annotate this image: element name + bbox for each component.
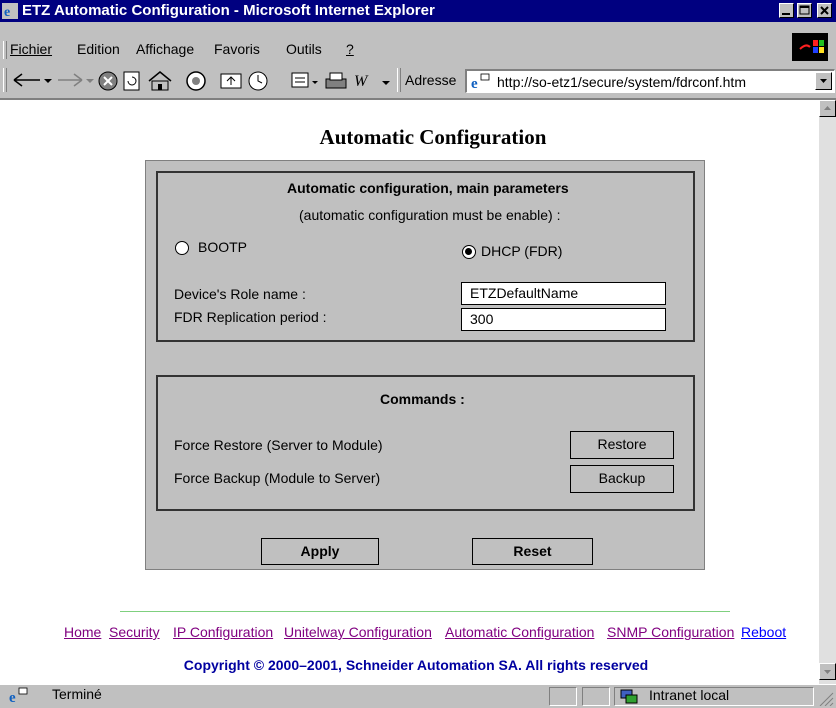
- radio-dhcp-label: DHCP (FDR): [481, 243, 563, 259]
- main-params-heading: Automatic configuration, main parameters: [287, 180, 569, 196]
- chevron-down-icon: [820, 79, 827, 83]
- nav-link-snmp-configuration[interactable]: SNMP Configuration: [607, 624, 734, 640]
- restore-button[interactable]: Restore: [570, 431, 674, 459]
- nav-link-home[interactable]: Home: [64, 624, 101, 640]
- toolbar: W Adresse e http://so-etz1/secure/system…: [0, 62, 836, 100]
- forward-icon[interactable]: [56, 70, 96, 90]
- reset-button[interactable]: Reset: [472, 538, 593, 565]
- svg-text:e: e: [4, 5, 10, 19]
- footer-divider: [120, 611, 730, 612]
- toolbar-grip: [3, 68, 7, 92]
- address-dropdown-button[interactable]: [815, 72, 832, 90]
- nav-link-unitelway-configuration[interactable]: Unitelway Configuration: [284, 624, 432, 640]
- minimize-icon: [782, 13, 790, 15]
- svg-text:e: e: [9, 690, 16, 705]
- radio-selected-dot: [465, 248, 472, 255]
- intranet-icon: [620, 689, 638, 704]
- copyright-notice: Copyright © 2000–2001, Schneider Automat…: [183, 657, 649, 673]
- svg-text:W: W: [354, 73, 369, 90]
- windows-logo-icon: [799, 40, 824, 53]
- role-name-input[interactable]: ETZDefaultName: [461, 282, 666, 305]
- menu-grip: [3, 41, 7, 59]
- vertical-scrollbar[interactable]: [819, 100, 836, 684]
- address-label: Adresse: [405, 72, 457, 88]
- backup-label: Force Backup (Module to Server): [174, 470, 381, 486]
- back-icon[interactable]: [12, 70, 56, 90]
- stop-icon[interactable]: [97, 70, 119, 92]
- nav-link-ip-configuration[interactable]: IP Configuration: [173, 624, 273, 640]
- resize-grip-icon[interactable]: [818, 691, 834, 706]
- menu-fichier[interactable]: Fichier: [10, 41, 52, 57]
- window-title: ETZ Automatic Configuration - Microsoft …: [22, 2, 435, 19]
- address-grip: [397, 68, 401, 92]
- menu-help[interactable]: ?: [346, 41, 354, 57]
- replication-period-label: FDR Replication period :: [174, 309, 327, 325]
- address-url[interactable]: http://so-etz1/secure/system/fdrconf.htm: [497, 74, 746, 90]
- title-bar: e ETZ Automatic Configuration - Microsof…: [0, 0, 836, 22]
- print-icon[interactable]: [324, 70, 348, 92]
- history-icon[interactable]: [245, 70, 271, 92]
- nav-link-security[interactable]: Security: [109, 624, 160, 640]
- maximize-icon: [799, 5, 810, 15]
- radio-bootp-label: BOOTP: [198, 239, 248, 255]
- menu-favoris[interactable]: Favoris: [214, 41, 260, 57]
- backup-button[interactable]: Backup: [570, 465, 674, 493]
- home-icon[interactable]: [146, 70, 180, 92]
- status-cell-2: [582, 687, 610, 706]
- status-zone-text: Intranet local: [649, 687, 730, 703]
- radio-bootp[interactable]: [175, 241, 189, 255]
- main-params-subheading: (automatic configuration must be enable)…: [299, 207, 561, 223]
- close-icon: [820, 6, 829, 15]
- maximize-button[interactable]: [797, 3, 812, 18]
- minimize-button[interactable]: [779, 3, 794, 18]
- apply-button[interactable]: Apply: [261, 538, 379, 565]
- mail-icon[interactable]: [290, 70, 320, 92]
- nav-link-automatic-configuration[interactable]: Automatic Configuration: [445, 624, 594, 640]
- search-icon[interactable]: [184, 70, 208, 92]
- page-icon: e: [9, 687, 28, 705]
- status-cell-1: [549, 687, 577, 706]
- refresh-icon[interactable]: [121, 70, 143, 92]
- status-zone-cell: Intranet local: [614, 687, 814, 706]
- favorites-icon[interactable]: [219, 70, 243, 92]
- page-icon: e: [471, 73, 490, 91]
- role-name-label: Device's Role name :: [174, 286, 306, 302]
- menu-affichage[interactable]: Affichage: [136, 41, 194, 57]
- scroll-up-button[interactable]: [819, 100, 836, 117]
- ie-logo-icon: e: [2, 3, 18, 19]
- svg-text:e: e: [471, 76, 478, 91]
- close-button[interactable]: [817, 3, 832, 18]
- edit-icon[interactable]: W: [352, 70, 394, 92]
- throbber-logo: [792, 33, 828, 61]
- commands-heading: Commands :: [380, 391, 465, 407]
- status-text: Terminé: [52, 686, 102, 702]
- menu-bar: Fichier Edition Affichage Favoris Outils…: [0, 22, 836, 63]
- status-bar: e Terminé Intranet local: [0, 684, 836, 708]
- arrow-up-icon: [824, 106, 831, 110]
- restore-label: Force Restore (Server to Module): [174, 437, 383, 453]
- page-title: Automatic Configuration: [319, 125, 547, 149]
- address-bar[interactable]: e http://so-etz1/secure/system/fdrconf.h…: [465, 69, 835, 93]
- menu-outils[interactable]: Outils: [286, 41, 322, 57]
- replication-period-input[interactable]: 300: [461, 308, 666, 331]
- nav-link-reboot[interactable]: Reboot: [741, 624, 786, 640]
- radio-dhcp[interactable]: [462, 245, 476, 259]
- menu-edition[interactable]: Edition: [77, 41, 120, 57]
